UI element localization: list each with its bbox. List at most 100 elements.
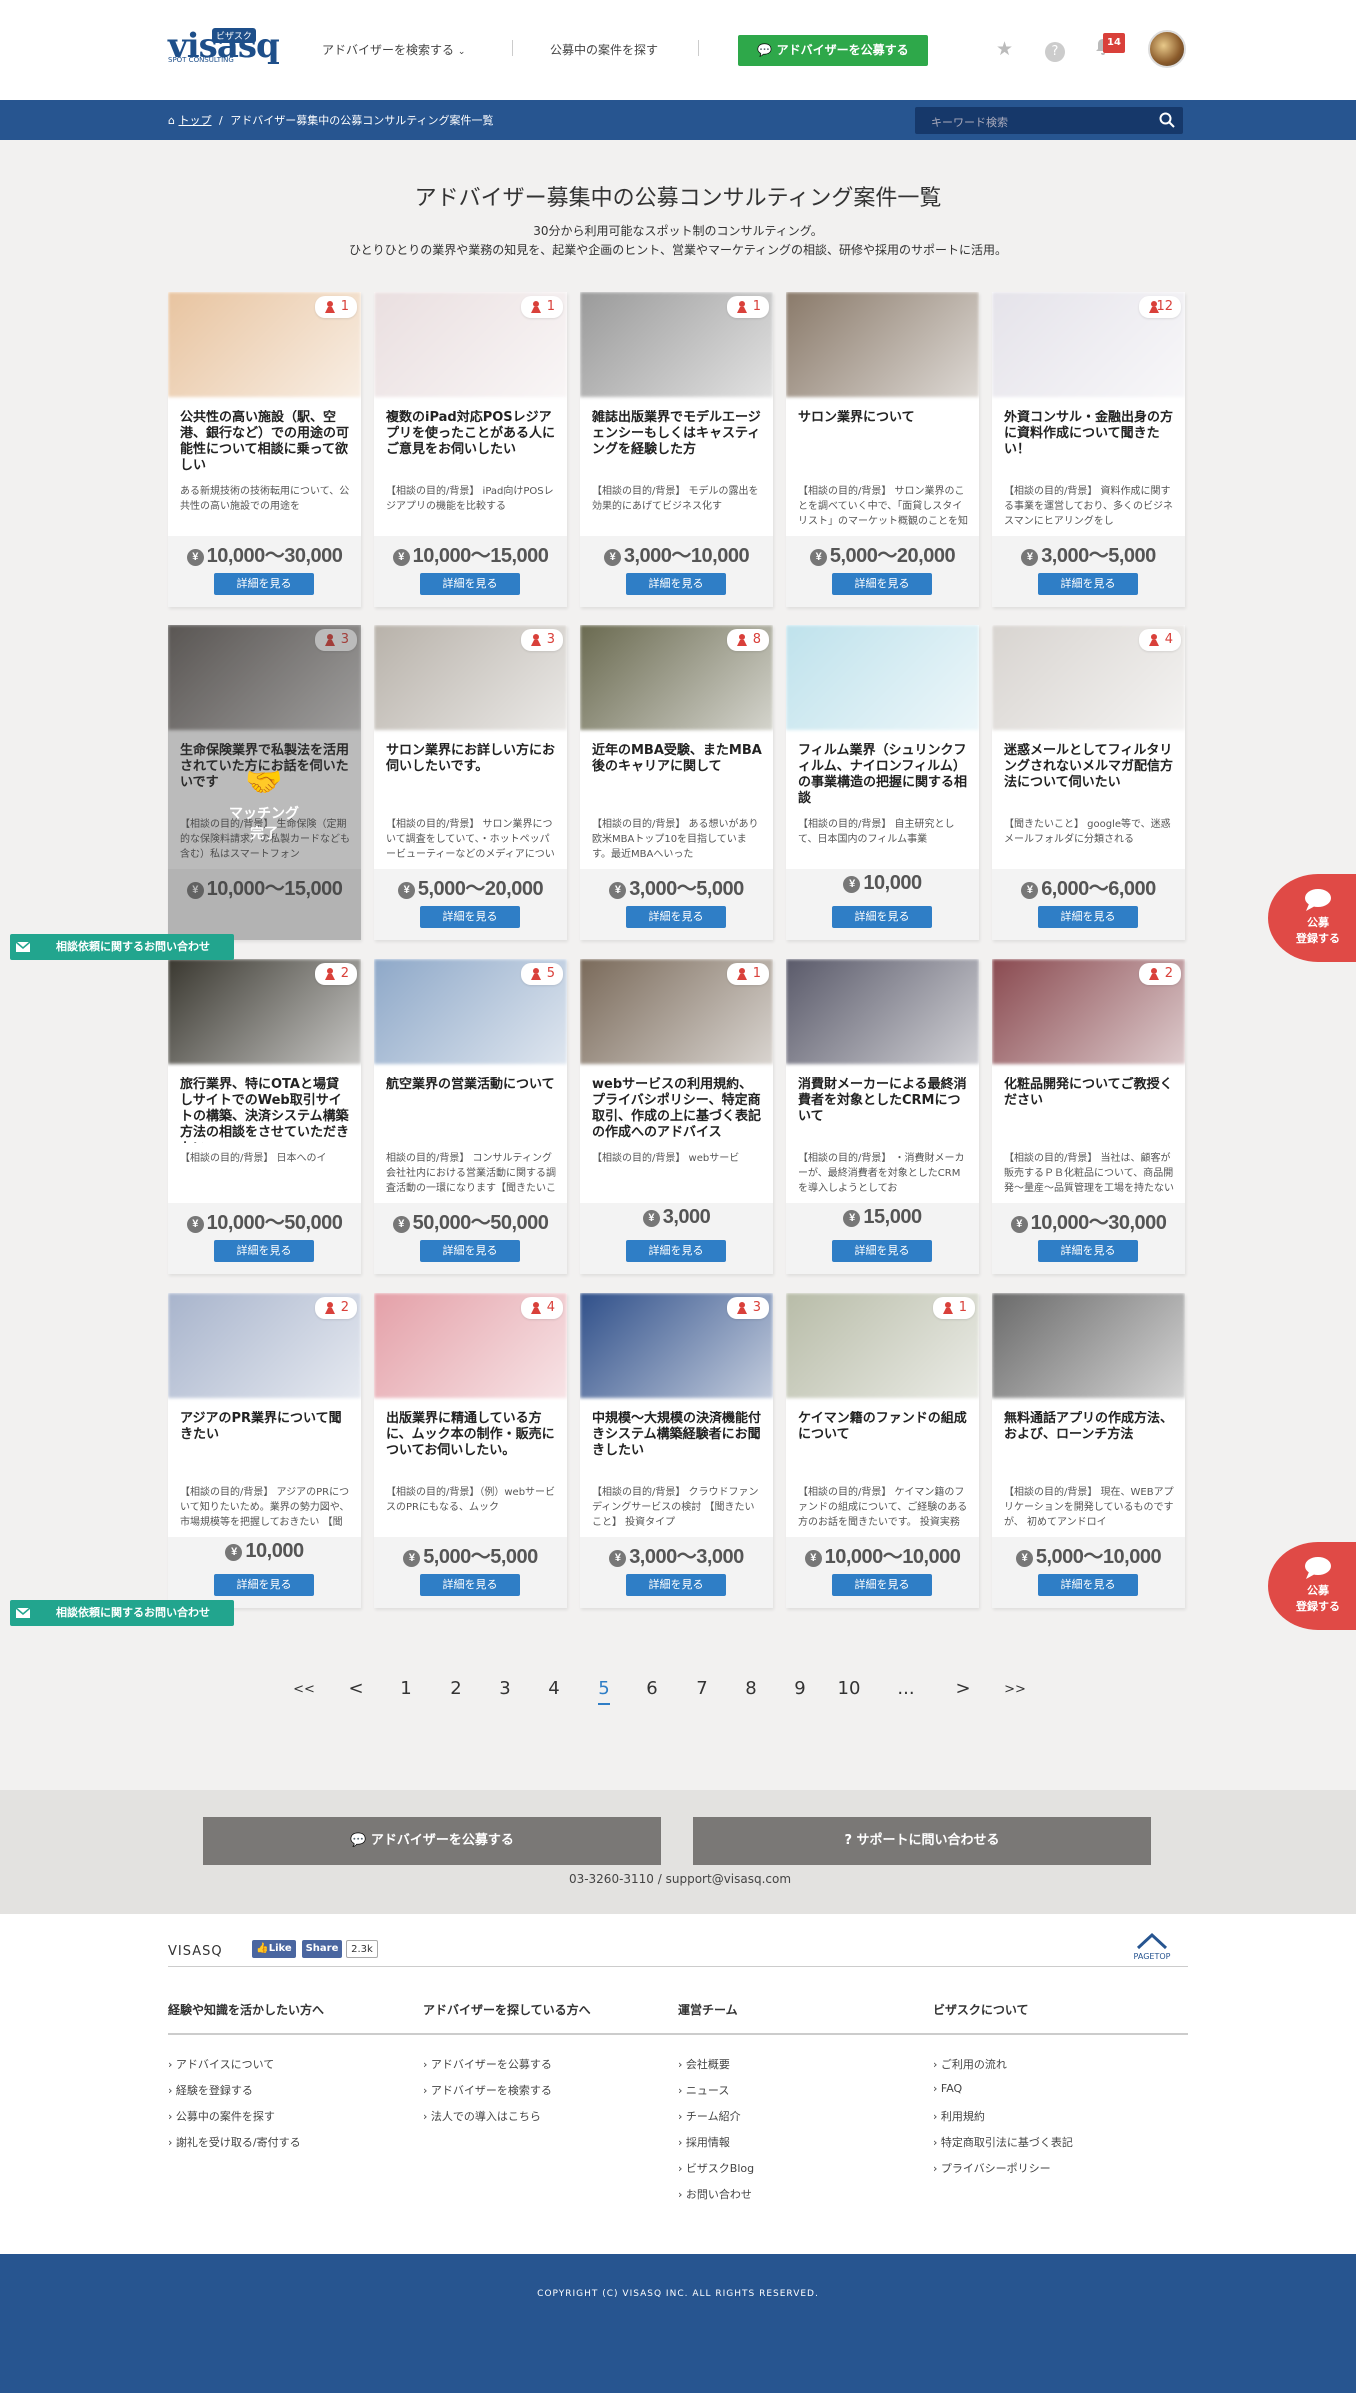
project-title[interactable]: 旅行業界、特にOTAと場貸しサイトでのWeb取引サイトの構築、決済システム構築方… xyxy=(180,1077,350,1143)
project-title[interactable]: 雑誌出版業界でモデルエージェンシーもしくはキャスティングを経験した方 xyxy=(592,410,762,476)
project-card[interactable]: 1 複数のiPad対応POSレジアプリを使ったことがある人にご意見をお伺いしたい【… xyxy=(374,292,567,607)
footer-link[interactable]: › お問い合わせ xyxy=(678,2186,752,2202)
project-title[interactable]: 航空業界の営業活動について xyxy=(386,1077,556,1143)
project-title[interactable]: サロン業界にお詳しい方にお伺いしたいです。 xyxy=(386,743,556,809)
page-link[interactable]: 3 xyxy=(490,1678,520,1699)
footer-link[interactable]: › アドバイスについて xyxy=(168,2056,274,2072)
detail-button[interactable]: 詳細を見る xyxy=(1038,573,1138,595)
project-card[interactable]: 2 旅行業界、特にOTAと場貸しサイトでのWeb取引サイトの構築、決済システム構築… xyxy=(168,959,361,1274)
project-card[interactable]: 2 アジアのPR業界について聞きたい 【相談の目的/背景】 アジアのPRについて知り… xyxy=(168,1293,361,1608)
detail-button[interactable]: 詳細を見る xyxy=(214,1574,314,1596)
footer-link[interactable]: › 採用情報 xyxy=(678,2134,730,2150)
page-link[interactable]: < xyxy=(341,1678,371,1699)
footer-link[interactable]: › 利用規約 xyxy=(933,2108,985,2124)
project-title[interactable]: サロン業界について xyxy=(798,410,968,476)
project-card[interactable]: 3 サロン業界にお詳しい方にお伺いしたいです。 【相談の目的/背景】 サロン業界につ… xyxy=(374,625,567,940)
publish-register-cta[interactable]: 公募登録する xyxy=(1268,1542,1356,1630)
project-card[interactable]: 消費財メーカーによる最終消費者を対象としたCRMについて 【相談の目的/背景】 ・… xyxy=(786,959,979,1274)
page-link[interactable]: 8 xyxy=(736,1678,766,1699)
facebook-like-button[interactable]: 👍Like xyxy=(252,1940,296,1958)
project-card[interactable]: 1 雑誌出版業界でモデルエージェンシーもしくはキャスティングを経験した方 【相談の目… xyxy=(580,292,773,607)
project-title[interactable]: 外資コンサル・金融出身の方に資料作成について聞きたい！ xyxy=(1004,410,1174,476)
detail-button[interactable]: 詳細を見る xyxy=(626,1240,726,1262)
footer-link[interactable]: › ビザスクBlog xyxy=(678,2160,754,2176)
detail-button[interactable]: 詳細を見る xyxy=(832,906,932,928)
nav-find-projects[interactable]: 公募中の案件を探す xyxy=(550,41,658,58)
detail-button[interactable]: 詳細を見る xyxy=(420,573,520,595)
page-link[interactable]: 6 xyxy=(637,1678,667,1699)
project-title[interactable]: 公共性の高い施設（駅、空港、銀行など）での用途の可能性について相談に乗って欲しい xyxy=(180,410,350,476)
visasq-logo[interactable]: visasq ビザスク SPOT CONSULTING xyxy=(168,26,280,70)
project-card[interactable]: 5 航空業界の営業活動について 相談の目的/背景】 コンサルティング会社社内における… xyxy=(374,959,567,1274)
project-card[interactable]: 1 公共性の高い施設（駅、空港、銀行など）での用途の可能性について相談に乗って欲し… xyxy=(168,292,361,607)
nav-search-advisors[interactable]: アドバイザーを検索する ⌄ xyxy=(322,41,465,58)
project-card[interactable]: 4 出版業界に精通している方に、ムック本の制作・販売についてお伺いしたい。 【相談の… xyxy=(374,1293,567,1608)
project-card[interactable]: 12 外資コンサル・金融出身の方に資料作成について聞きたい！ 【相談の目的/背景】 … xyxy=(992,292,1185,607)
footer-link[interactable]: › アドバイザーを検索する xyxy=(423,2082,552,2098)
detail-button[interactable]: 詳細を見る xyxy=(832,573,932,595)
project-card[interactable]: 3 中規模〜大規模の決済機能付きシステム構築経験者にお聞きしたい 【相談の目的/背景… xyxy=(580,1293,773,1608)
contact-request-tab[interactable]: 相談依頼に関するお問い合わせ xyxy=(10,934,234,960)
detail-button[interactable]: 詳細を見る xyxy=(626,573,726,595)
search-input[interactable]: キーワード検索 xyxy=(915,107,1183,134)
project-card[interactable]: 3 生命保険業界で私製法を活用されていた方にお話を伺いたいです 【相談の目的/背景】… xyxy=(168,625,361,940)
page-link[interactable]: 1 xyxy=(391,1678,421,1699)
detail-button[interactable]: 詳細を見る xyxy=(420,906,520,928)
footer-link[interactable]: › FAQ xyxy=(933,2082,962,2095)
page-link[interactable]: << xyxy=(289,1682,319,1697)
footer-link[interactable]: › 会社概要 xyxy=(678,2056,730,2072)
detail-button[interactable]: 詳細を見る xyxy=(420,1574,520,1596)
facebook-share-button[interactable]: Share xyxy=(302,1940,342,1958)
page-link[interactable]: 4 xyxy=(539,1678,569,1699)
detail-button[interactable]: 詳細を見る xyxy=(832,1574,932,1596)
footer-link[interactable]: › プライバシーポリシー xyxy=(933,2160,1051,2176)
project-title[interactable]: アジアのPR業界について聞きたい xyxy=(180,1411,350,1477)
publish-advisor-button[interactable]: 💬 アドバイザーを公募する xyxy=(738,35,928,66)
project-title[interactable]: 中規模〜大規模の決済機能付きシステム構築経験者にお聞きしたい xyxy=(592,1411,762,1477)
page-link[interactable]: > xyxy=(948,1678,978,1699)
project-card[interactable]: 8 近年のMBA受験、またMBA後のキャリアに関して 【相談の目的/背景】 ある想い… xyxy=(580,625,773,940)
detail-button[interactable]: 詳細を見る xyxy=(214,573,314,595)
footer-link[interactable]: › 法人での導入はこちら xyxy=(423,2108,541,2124)
support-contact-button[interactable]: ? サポートに問い合わせる xyxy=(693,1817,1151,1865)
project-title[interactable]: フィルム業界（シュリンクフィルム、ナイロンフィルム）の事業構造の把握に関する相談 xyxy=(798,743,968,809)
footer-link[interactable]: › アドバイザーを公募する xyxy=(423,2056,552,2072)
page-link[interactable]: 2 xyxy=(441,1678,471,1699)
project-title[interactable]: 近年のMBA受験、またMBA後のキャリアに関して xyxy=(592,743,762,809)
detail-button[interactable]: 詳細を見る xyxy=(1038,1574,1138,1596)
detail-button[interactable]: 詳細を見る xyxy=(1038,906,1138,928)
project-title[interactable]: ケイマン籍のファンドの組成について xyxy=(798,1411,968,1477)
detail-button[interactable]: 詳細を見る xyxy=(1038,1240,1138,1262)
page-link[interactable]: 5 xyxy=(589,1678,619,1705)
publish-register-cta[interactable]: 公募登録する xyxy=(1268,874,1356,962)
page-link[interactable]: 10 xyxy=(834,1678,864,1699)
footer-link[interactable]: › 特定商取引法に基づく表記 xyxy=(933,2134,1073,2150)
star-icon[interactable]: ★ xyxy=(996,38,1013,60)
publish-advisor-bottom-button[interactable]: 💬 アドバイザーを公募する xyxy=(203,1817,661,1865)
footer-link[interactable]: › 謝礼を受け取る/寄付する xyxy=(168,2134,301,2150)
detail-button[interactable]: 詳細を見る xyxy=(626,906,726,928)
footer-link[interactable]: › 公募中の案件を探す xyxy=(168,2108,275,2124)
detail-button[interactable]: 詳細を見る xyxy=(214,1240,314,1262)
project-title[interactable]: webサービスの利用規約、プライバシポリシー、特定商取引、作成の上に基づく表記の… xyxy=(592,1077,762,1143)
footer-link[interactable]: › ニュース xyxy=(678,2082,729,2098)
project-title[interactable]: 出版業界に精通している方に、ムック本の制作・販売についてお伺いしたい。 xyxy=(386,1411,556,1477)
project-title[interactable]: 迷惑メールとしてフィルタリングされないメルマガ配信方法について伺いたい xyxy=(1004,743,1174,809)
avatar[interactable] xyxy=(1148,30,1186,68)
detail-button[interactable]: 詳細を見る xyxy=(420,1240,520,1262)
footer-link[interactable]: › チーム紹介 xyxy=(678,2108,741,2124)
page-link[interactable]: >> xyxy=(1000,1682,1030,1697)
page-link[interactable]: 7 xyxy=(687,1678,717,1699)
project-card[interactable]: 4 迷惑メールとしてフィルタリングされないメルマガ配信方法について伺いたい 【聞きた… xyxy=(992,625,1185,940)
help-icon[interactable]: ? xyxy=(1045,42,1065,62)
contact-request-tab[interactable]: 相談依頼に関するお問い合わせ xyxy=(10,1600,234,1626)
detail-button[interactable]: 詳細を見る xyxy=(626,1574,726,1596)
detail-button[interactable]: 詳細を見る xyxy=(832,1240,932,1262)
footer-link[interactable]: › ご利用の流れ xyxy=(933,2056,1007,2072)
project-card[interactable]: フィルム業界（シュリンクフィルム、ナイロンフィルム）の事業構造の把握に関する相談… xyxy=(786,625,979,940)
project-title[interactable]: 複数のiPad対応POSレジアプリを使ったことがある人にご意見をお伺いしたい xyxy=(386,410,556,476)
project-card[interactable]: 1 ケイマン籍のファンドの組成について 【相談の目的/背景】 ケイマン籍のファンドの… xyxy=(786,1293,979,1608)
breadcrumb-home[interactable]: トップ xyxy=(178,114,211,127)
project-title[interactable]: 無料通話アプリの作成方法、および、ローンチ方法 xyxy=(1004,1411,1174,1477)
project-card[interactable]: サロン業界について 【相談の目的/背景】 サロン業界のことを調べていく中で、「面貸… xyxy=(786,292,979,607)
